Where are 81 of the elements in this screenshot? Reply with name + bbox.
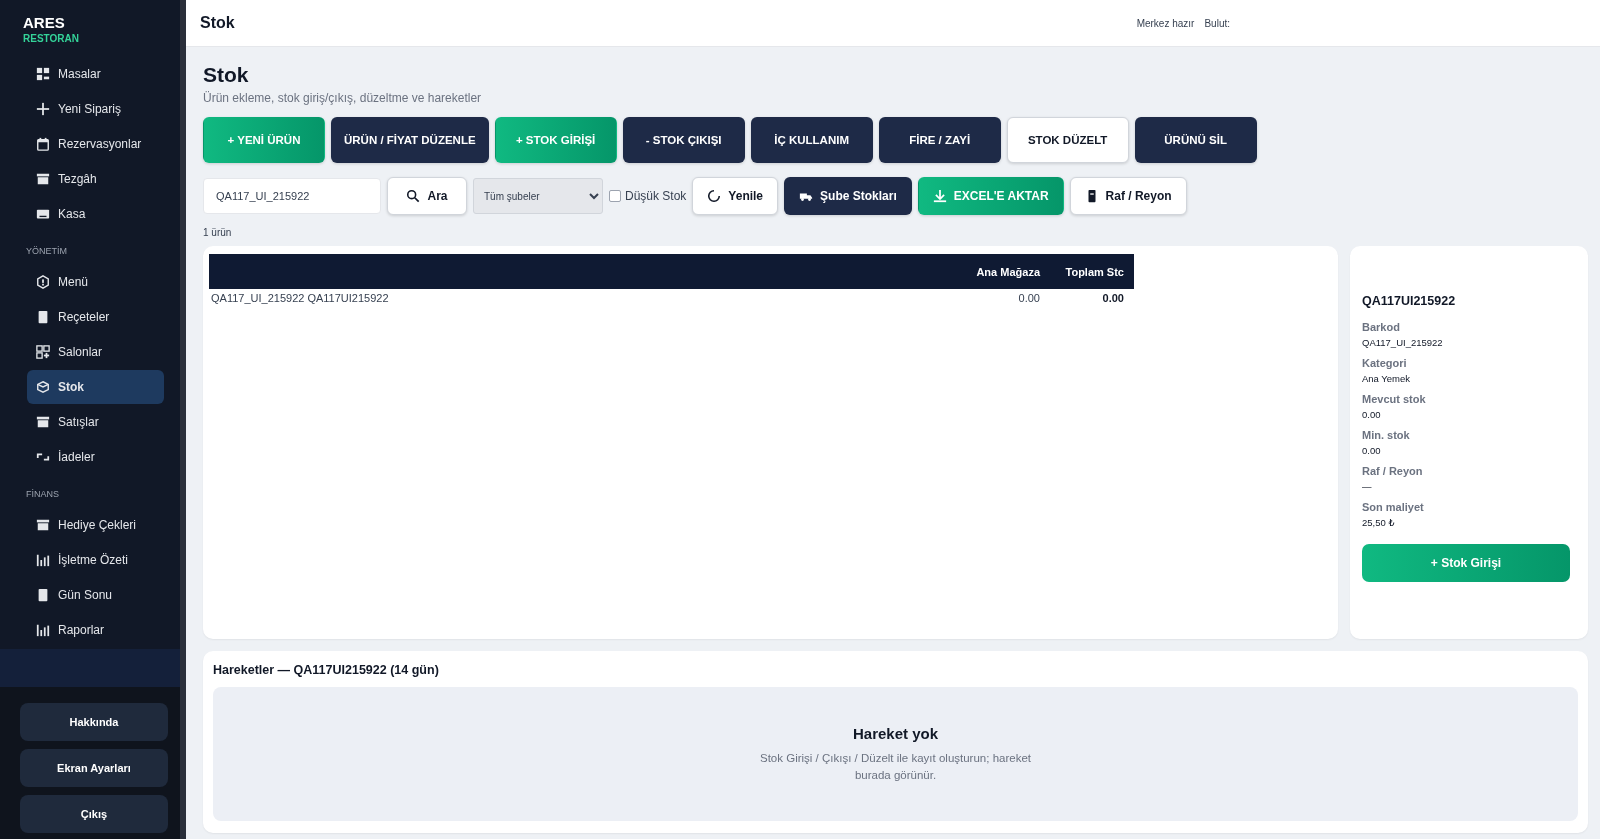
field-value: 0.00 xyxy=(1362,445,1382,456)
table-cell-text: 0.00 xyxy=(1102,292,1125,304)
product-title: QA117UI215922 xyxy=(1362,294,1457,308)
action-button[interactable]: - STOK ÇIKIŞI xyxy=(622,117,745,163)
low-stock-checkbox[interactable] xyxy=(609,190,621,202)
section-heading: YÖNETİM xyxy=(25,245,68,258)
toolbar-button[interactable]: Yenile xyxy=(692,177,779,215)
movements-title: Hareketler — QA117UI215922 (14 gün) xyxy=(213,663,440,677)
empty-title: Hareket yok xyxy=(852,725,939,743)
sidebar-item[interactable]: Reçeteler xyxy=(27,300,164,334)
action-button[interactable]: STOK DÜZELT xyxy=(1006,117,1129,163)
checkbox-label: Düşük Stok xyxy=(625,189,687,203)
sidebar-item[interactable]: Yeni Sipariş xyxy=(27,92,164,126)
action-button[interactable]: ÜRÜNÜ SİL xyxy=(1134,117,1257,163)
sidebar-item[interactable]: Menü xyxy=(27,265,164,299)
page-subtitle: Ürün ekleme, stok giriş/çıkış, düzeltme ve hareketler xyxy=(203,91,483,105)
sidebar-item[interactable]: Kasa xyxy=(27,197,164,231)
column-header: Toplam Stc xyxy=(1065,265,1125,278)
sidebar-item[interactable]: Tezgâh xyxy=(27,162,164,196)
plus-icon xyxy=(36,102,50,116)
sidebar-item[interactable]: Hediye Çekleri xyxy=(27,508,164,542)
sidebar-item[interactable]: İadeler xyxy=(27,440,164,474)
page-title: Stok xyxy=(203,63,250,87)
store-icon xyxy=(36,415,50,429)
sidebar-item[interactable]: Rezervasyonlar xyxy=(27,127,164,161)
status-text: Bulut: xyxy=(1204,17,1230,29)
sidebar-button[interactable]: Ekran Ayarları xyxy=(20,749,168,787)
result-count: 1 ürün xyxy=(203,227,233,238)
sidebar-item[interactable]: Salonlar xyxy=(27,335,164,369)
download-icon xyxy=(932,189,947,203)
field-label: Raf / Reyon xyxy=(1362,465,1424,477)
bar-chart-icon xyxy=(36,553,50,567)
section-heading: FİNANS xyxy=(25,488,60,501)
table-cell-text: 0.00 xyxy=(1018,292,1041,304)
field-label: Min. stok xyxy=(1362,429,1411,441)
grid-plus-icon xyxy=(36,345,50,359)
register-icon xyxy=(36,207,50,221)
field-value: 0.00 xyxy=(1362,409,1382,420)
field-label: Mevcut stok xyxy=(1362,393,1427,405)
box-icon xyxy=(36,380,50,394)
document-icon xyxy=(36,310,50,324)
sidebar-item[interactable]: İşletme Özeti xyxy=(27,543,164,577)
toolbar-button[interactable]: Raf / Reyon xyxy=(1069,177,1187,215)
document-icon xyxy=(36,588,50,602)
sidebar-item[interactable]: Gün Sonu xyxy=(27,578,164,612)
store-icon xyxy=(36,518,50,532)
branch-dropdown[interactable]: Tüm şubeler xyxy=(473,178,603,214)
table-cell-text: QA117_UI_215922 QA117UI215922 xyxy=(210,292,389,304)
action-button[interactable]: İÇ KULLANIM xyxy=(750,117,873,163)
grid-icon xyxy=(36,67,50,81)
empty-text: Stok Girişi / Çıkışı / Düzelt ile kayıt oluşturun; hareket burada görünür. xyxy=(759,751,1032,783)
sidebar-button[interactable]: Çıkış xyxy=(20,795,168,833)
sidebar-item[interactable]: Stok xyxy=(27,370,164,404)
field-label: Barkod xyxy=(1362,321,1401,333)
brand-name: ARES xyxy=(23,14,66,31)
brand-subtitle: RESTORAN xyxy=(23,33,80,44)
top-bar-title: Stok xyxy=(200,14,236,32)
field-value: Ana Yemek xyxy=(1362,373,1412,384)
toolbar-button[interactable]: Şube Stokları xyxy=(784,177,912,215)
action-button[interactable]: ÜRÜN / FİYAT DÜZENLE xyxy=(331,117,489,163)
sidebar-item[interactable]: Raporlar xyxy=(27,613,164,647)
sidebar-item[interactable]: Satışlar xyxy=(27,405,164,439)
field-value: 25,50 ₺ xyxy=(1362,517,1396,528)
refresh-icon xyxy=(707,189,722,203)
search-button[interactable]: Ara xyxy=(387,177,467,215)
field-label: Son maliyet xyxy=(1362,501,1425,513)
column-header: Ana Mağaza xyxy=(976,265,1042,278)
sidebar-item[interactable]: Masalar xyxy=(27,57,164,91)
field-label: Kategori xyxy=(1362,357,1408,369)
table-row[interactable]: QA117_UI_215922 QA117UI215922 0.00 0.00 xyxy=(209,289,1134,307)
search-field[interactable]: QA117_UI_215922 xyxy=(203,178,381,214)
action-button[interactable]: FİRE / ZAYİ xyxy=(878,117,1001,163)
field-value: — xyxy=(1362,481,1373,492)
calendar-icon xyxy=(36,137,50,151)
store-icon xyxy=(36,172,50,186)
hexagon-icon xyxy=(36,275,50,289)
sidebar-button[interactable]: Hakkında xyxy=(20,703,168,741)
status-text: Merkez hazır xyxy=(1136,17,1195,29)
field-value: QA117_UI_215922 xyxy=(1362,337,1444,348)
bar-chart-icon xyxy=(36,623,50,637)
search-icon xyxy=(406,189,421,203)
